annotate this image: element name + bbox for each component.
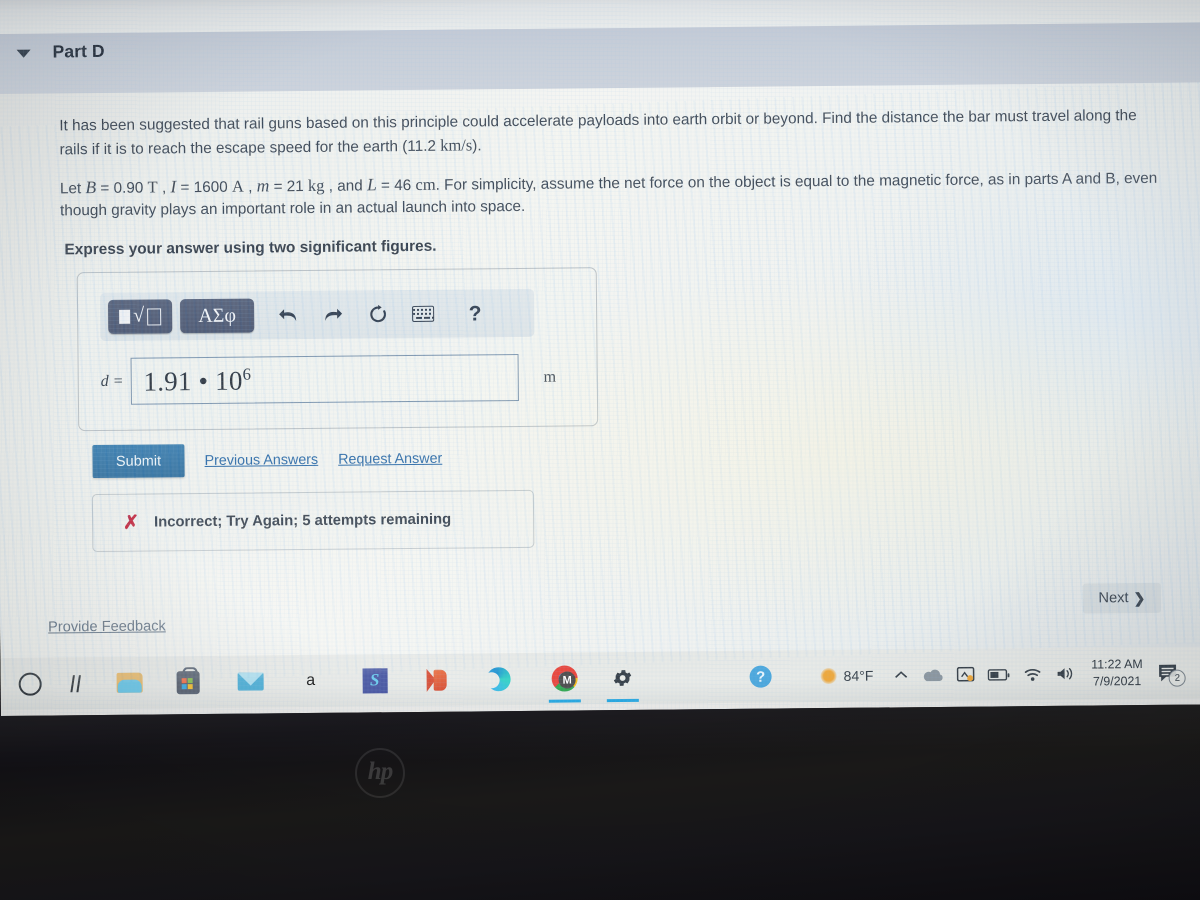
unit-kilogram: kg xyxy=(307,176,325,196)
symbol-L: L xyxy=(366,174,377,195)
feedback-box: ✗ Incorrect; Try Again; 5 attempts remai… xyxy=(91,489,535,553)
problem-text-a: It has been suggested that rail guns bas… xyxy=(59,107,1137,159)
blue-s-app-icon[interactable]: S xyxy=(355,661,393,699)
cortana-search-icon[interactable] xyxy=(10,665,48,703)
tray-date: 7/9/2021 xyxy=(1092,674,1142,689)
problem-paragraph-1: It has been suggested that rail guns bas… xyxy=(59,105,1164,161)
template-filled-box-icon xyxy=(119,309,131,324)
value-B: = 0.90 xyxy=(96,179,148,198)
incorrect-x-icon: ✗ xyxy=(123,512,140,534)
radical-icon: √ xyxy=(133,304,145,327)
request-answer-link[interactable]: Request Answer xyxy=(338,450,442,467)
provide-feedback-link[interactable]: Provide Feedback xyxy=(48,618,166,635)
hp-brand-logo: hp xyxy=(355,748,405,798)
help-circle-icon[interactable]: ? xyxy=(741,657,779,695)
unit-tesla: T xyxy=(147,177,158,197)
office-icon[interactable] xyxy=(418,661,456,699)
microsoft-store-icon[interactable] xyxy=(168,663,206,701)
next-label: Next xyxy=(1098,590,1129,607)
template-empty-box-icon xyxy=(147,307,162,326)
problem-text-b: ). xyxy=(472,137,482,155)
keyboard-icon[interactable] xyxy=(412,303,435,325)
page-title: Part D xyxy=(52,40,105,62)
greek-symbols-button[interactable]: ΑΣφ xyxy=(179,298,255,334)
screen-surface: Part D It has been suggested that rail g… xyxy=(0,0,1200,716)
part-header[interactable]: Part D xyxy=(16,40,105,63)
tray-clock[interactable]: 11:22 AM 7/9/2021 xyxy=(1091,656,1143,690)
value-L: = 46 xyxy=(376,177,416,195)
tray-time: 11:22 AM xyxy=(1091,657,1143,672)
value-m: = 21 xyxy=(269,178,309,196)
answer-panel: √ ΑΣφ ? d = 1.91 • 106 m xyxy=(76,267,599,432)
template-button[interactable]: √ xyxy=(107,299,173,334)
windows-taskbar: a S M ? 84°F 11:22 AM 7/9/2021 2 xyxy=(0,646,1200,710)
reset-icon[interactable] xyxy=(367,303,389,325)
onedrive-cloud-icon[interactable] xyxy=(921,667,943,682)
answer-value: 1.91 • 106 xyxy=(143,364,251,397)
submit-button[interactable]: Submit xyxy=(92,444,185,479)
sep-2: , xyxy=(243,178,257,197)
problem-statement: It has been suggested that rail guns bas… xyxy=(59,105,1165,238)
notification-center-icon[interactable]: 2 xyxy=(1157,662,1186,687)
task-view-icon[interactable] xyxy=(57,664,95,702)
help-icon[interactable]: ? xyxy=(464,302,486,325)
escape-speed-unit: km/s xyxy=(440,135,473,155)
value-I: = 1600 xyxy=(176,179,233,197)
answer-variable-label: d = xyxy=(100,372,124,390)
chevron-right-icon: ❯ xyxy=(1133,589,1146,606)
unit-ampere: A xyxy=(231,177,244,197)
volume-icon[interactable] xyxy=(1055,666,1075,682)
screen-area: Part D It has been suggested that rail g… xyxy=(0,0,1200,716)
tray-chevron-up-icon[interactable] xyxy=(893,669,908,681)
sep-1: , xyxy=(157,179,171,197)
notification-badge: 2 xyxy=(1168,669,1186,687)
edge-browser-icon[interactable] xyxy=(479,660,517,698)
answer-exponent: 6 xyxy=(242,364,252,384)
caret-down-icon[interactable] xyxy=(16,49,31,58)
symbol-B: B xyxy=(85,177,97,198)
redo-icon[interactable] xyxy=(322,304,344,326)
weather-sun-icon xyxy=(820,667,837,685)
letter-a-icon[interactable]: a xyxy=(291,662,329,700)
symbol-m: m xyxy=(256,175,270,196)
settings-gear-icon[interactable] xyxy=(603,659,641,697)
answer-unit-label: m xyxy=(543,368,557,386)
feedback-message: Incorrect; Try Again; 5 attempts remaini… xyxy=(153,511,452,531)
unit-centimeter: cm xyxy=(415,175,436,195)
answer-instruction: Express your answer using two significan… xyxy=(64,237,437,259)
answer-mantissa: 1.91 • 10 xyxy=(143,365,243,397)
battery-icon[interactable] xyxy=(987,668,1010,681)
math-toolbar: √ ΑΣφ ? xyxy=(99,288,535,341)
sep-3: , and xyxy=(324,177,368,196)
let-text: Let xyxy=(59,180,86,198)
answer-input-row: d = 1.91 • 106 m xyxy=(100,353,557,405)
previous-answers-link[interactable]: Previous Answers xyxy=(204,451,318,468)
file-explorer-icon[interactable] xyxy=(110,664,148,702)
answer-actions: Submit Previous Answers Request Answer xyxy=(92,442,442,479)
system-tray: 84°F 11:22 AM 7/9/2021 2 xyxy=(820,647,1186,702)
weather-temperature[interactable]: 84°F xyxy=(844,668,874,684)
problem-paragraph-2: Let B = 0.90 T , I = 1600 A , m = 21 kg … xyxy=(60,165,1165,222)
mail-icon[interactable] xyxy=(231,662,269,700)
display-settings-icon[interactable] xyxy=(956,666,975,683)
undo-icon[interactable] xyxy=(277,304,299,326)
laptop-screen-photo: hp Part D It has been suggested that rai… xyxy=(0,0,1200,900)
answer-input[interactable]: 1.91 • 106 xyxy=(130,353,519,405)
chrome-browser-icon[interactable]: M xyxy=(545,659,583,697)
next-button[interactable]: Next ❯ xyxy=(1082,582,1162,614)
wifi-icon[interactable] xyxy=(1022,666,1042,682)
